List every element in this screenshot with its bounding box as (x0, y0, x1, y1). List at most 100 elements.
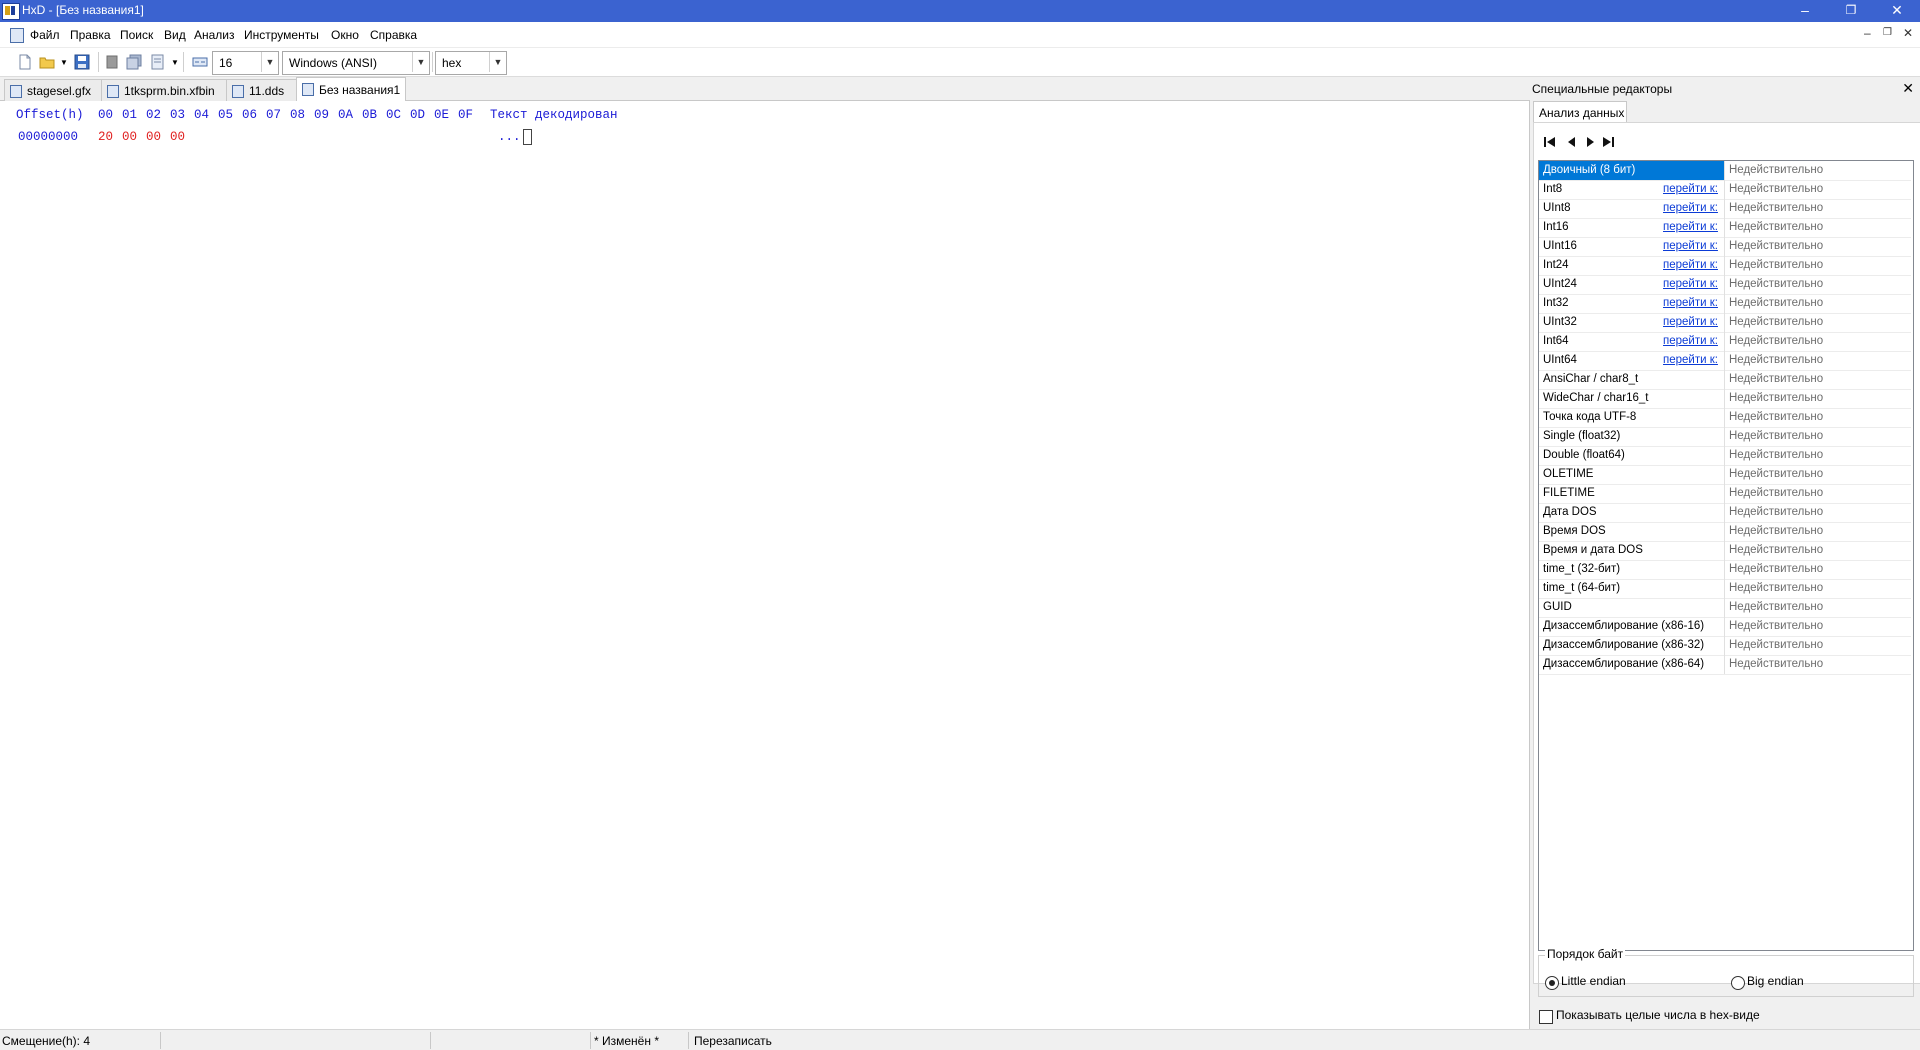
menu-tools[interactable]: Инструменты (244, 28, 319, 42)
properties-icon[interactable] (150, 54, 166, 70)
hex-byte[interactable]: 20 (98, 130, 113, 144)
chevron-down-icon[interactable]: ▼ (489, 52, 506, 72)
menu-view[interactable]: Вид (164, 28, 186, 42)
inspector-value[interactable]: Недействительно (1729, 582, 1823, 594)
inspector-type-cell[interactable]: UInt32 перейти к: (1539, 313, 1725, 332)
mdi-close-button[interactable]: ✕ (1903, 26, 1913, 40)
inspector-type-cell[interactable]: Дизассемблирование (x86-32) (1539, 636, 1725, 655)
properties-dropdown-icon[interactable]: ▼ (171, 58, 179, 67)
tab-data-inspector[interactable]: Анализ данных (1533, 101, 1627, 124)
charset-select[interactable]: Windows (ANSI) ▼ (282, 51, 430, 75)
inspector-value[interactable]: Недействительно (1729, 620, 1823, 632)
tab-11-dds[interactable]: 11.dds (226, 79, 297, 102)
inspector-type-cell[interactable]: FILETIME (1539, 484, 1725, 503)
inspector-value[interactable]: Недействительно (1729, 430, 1823, 442)
inspector-type-cell[interactable]: Точка кода UTF-8 (1539, 408, 1725, 427)
inspector-row[interactable]: UInt32 перейти к: Недействительно (1539, 313, 1911, 333)
hex-editor[interactable]: Offset(h) 00 01 02 03 04 05 06 07 08 09 0A 0B 0C 0D 0E… (0, 101, 1530, 1029)
menu-analysis[interactable]: Анализ (194, 28, 235, 42)
big-endian-radio[interactable] (1731, 976, 1745, 990)
bytes-per-row-select[interactable]: 16 ▼ (212, 51, 279, 75)
inspector-type-cell[interactable]: UInt64 перейти к: (1539, 351, 1725, 370)
inspector-value[interactable]: Недействительно (1729, 506, 1823, 518)
inspector-value[interactable]: Недействительно (1729, 411, 1823, 423)
close-file-icon[interactable] (104, 54, 120, 70)
menu-edit[interactable]: Правка (70, 28, 111, 42)
inspector-type-cell[interactable]: GUID (1539, 598, 1725, 617)
hex-byte[interactable]: 00 (146, 130, 161, 144)
inspector-type-cell[interactable]: Double (float64) (1539, 446, 1725, 465)
chevron-down-icon[interactable]: ▼ (412, 52, 429, 72)
close-button[interactable]: ✕ (1874, 0, 1920, 22)
inspector-row[interactable]: UInt8 перейти к: Недействительно (1539, 199, 1911, 219)
inspector-type-cell[interactable]: Дизассемблирование (x86-64) (1539, 655, 1725, 674)
inspector-row[interactable]: UInt16 перейти к: Недействительно (1539, 237, 1911, 257)
menu-search[interactable]: Поиск (120, 28, 153, 42)
inspector-value[interactable]: Недействительно (1729, 468, 1823, 480)
inspector-value[interactable]: Недействительно (1729, 278, 1823, 290)
inspector-row[interactable]: Двоичный (8 бит) Недействительно (1539, 161, 1911, 181)
inspector-value[interactable]: Недействительно (1729, 563, 1823, 575)
save-icon[interactable] (74, 54, 90, 70)
inspector-type-cell[interactable]: Время и дата DOS (1539, 541, 1725, 560)
inspector-row[interactable]: UInt64 перейти к: Недействительно (1539, 351, 1911, 371)
inspector-value[interactable]: Недействительно (1729, 240, 1823, 252)
inspector-value[interactable]: Недействительно (1729, 259, 1823, 271)
hex-byte[interactable]: 00 (170, 130, 185, 144)
inspector-value[interactable]: Недействительно (1729, 449, 1823, 461)
inspector-row[interactable]: AnsiChar / char8_t Недействительно (1539, 370, 1911, 390)
data-inspector-grid[interactable]: Двоичный (8 бит) Недействительно Int8 перей… (1538, 160, 1914, 951)
inspector-row[interactable]: Int24 перейти к: Недействительно (1539, 256, 1911, 276)
menu-file[interactable]: Файл (30, 28, 60, 42)
inspector-row[interactable]: Дизассемблирование (x86-16) Недействитель… (1539, 617, 1911, 637)
inspector-row[interactable]: Single (float32) Недействительно (1539, 427, 1911, 447)
inspector-value[interactable]: Недействительно (1729, 202, 1823, 214)
restore-button[interactable]: ❐ (1828, 0, 1874, 22)
inspector-value[interactable]: Недействительно (1729, 335, 1823, 347)
inspector-row[interactable]: UInt24 перейти к: Недействительно (1539, 275, 1911, 295)
decoded-text[interactable]: ... (498, 130, 521, 144)
document-icon[interactable] (10, 28, 24, 43)
little-endian-radio[interactable] (1545, 976, 1559, 990)
inspector-value[interactable]: Недействительно (1729, 544, 1823, 556)
inspector-value[interactable]: Недействительно (1729, 487, 1823, 499)
goto-link[interactable]: перейти к: (1663, 240, 1718, 252)
inspector-row[interactable]: WideChar / char16_t Недействительно (1539, 389, 1911, 409)
title-bar[interactable]: HxD - [Без названия1] – ❐ ✕ (0, 0, 1920, 22)
goto-link[interactable]: перейти к: (1663, 354, 1718, 366)
mdi-minimize-button[interactable]: – (1864, 26, 1871, 40)
inspector-value[interactable]: Недействительно (1729, 658, 1823, 670)
inspector-value[interactable]: Недействительно (1729, 316, 1823, 328)
chevron-down-icon[interactable]: ▼ (261, 52, 278, 72)
inspector-value[interactable]: Недействительно (1729, 354, 1823, 366)
status-mode[interactable]: Перезаписать (694, 1034, 772, 1048)
goto-link[interactable]: перейти к: (1663, 259, 1718, 271)
show-hex-checkbox[interactable] (1539, 1010, 1553, 1024)
inspector-type-cell[interactable]: Время DOS (1539, 522, 1725, 541)
inspector-row[interactable]: Время и дата DOS Недействительно (1539, 541, 1911, 561)
inspector-type-cell[interactable]: Single (float32) (1539, 427, 1725, 446)
inspector-row[interactable]: time_t (32-бит) Недействительно (1539, 560, 1911, 580)
save-all-icon[interactable] (126, 54, 142, 70)
inspector-value[interactable]: Недействительно (1729, 392, 1823, 404)
hex-byte[interactable]: 00 (122, 130, 137, 144)
tab-stagesel-gfx[interactable]: stagesel.gfx (4, 79, 102, 102)
next-icon[interactable] (1580, 134, 1600, 150)
open-dropdown-icon[interactable]: ▼ (60, 58, 68, 67)
inspector-row[interactable]: Точка кода UTF-8 Недействительно (1539, 408, 1911, 428)
goto-link[interactable]: перейти к: (1663, 335, 1718, 347)
inspector-row[interactable]: GUID Недействительно (1539, 598, 1911, 618)
goto-link[interactable]: перейти к: (1663, 297, 1718, 309)
big-endian-label[interactable]: Big endian (1747, 974, 1804, 988)
inspector-value[interactable]: Недействительно (1729, 183, 1823, 195)
inspector-row[interactable]: Дата DOS Недействительно (1539, 503, 1911, 523)
inspector-type-cell[interactable]: UInt16 перейти к: (1539, 237, 1725, 256)
inspector-value[interactable]: Недействительно (1729, 639, 1823, 651)
inspector-value[interactable]: Недействительно (1729, 297, 1823, 309)
inspector-value[interactable]: Недействительно (1729, 601, 1823, 613)
inspector-type-cell[interactable]: Дата DOS (1539, 503, 1725, 522)
inspector-row[interactable]: Int64 перейти к: Недействительно (1539, 332, 1911, 352)
new-file-icon[interactable] (17, 54, 33, 70)
inspector-type-cell[interactable]: AnsiChar / char8_t (1539, 370, 1725, 389)
inspector-row[interactable]: Double (float64) Недействительно (1539, 446, 1911, 466)
